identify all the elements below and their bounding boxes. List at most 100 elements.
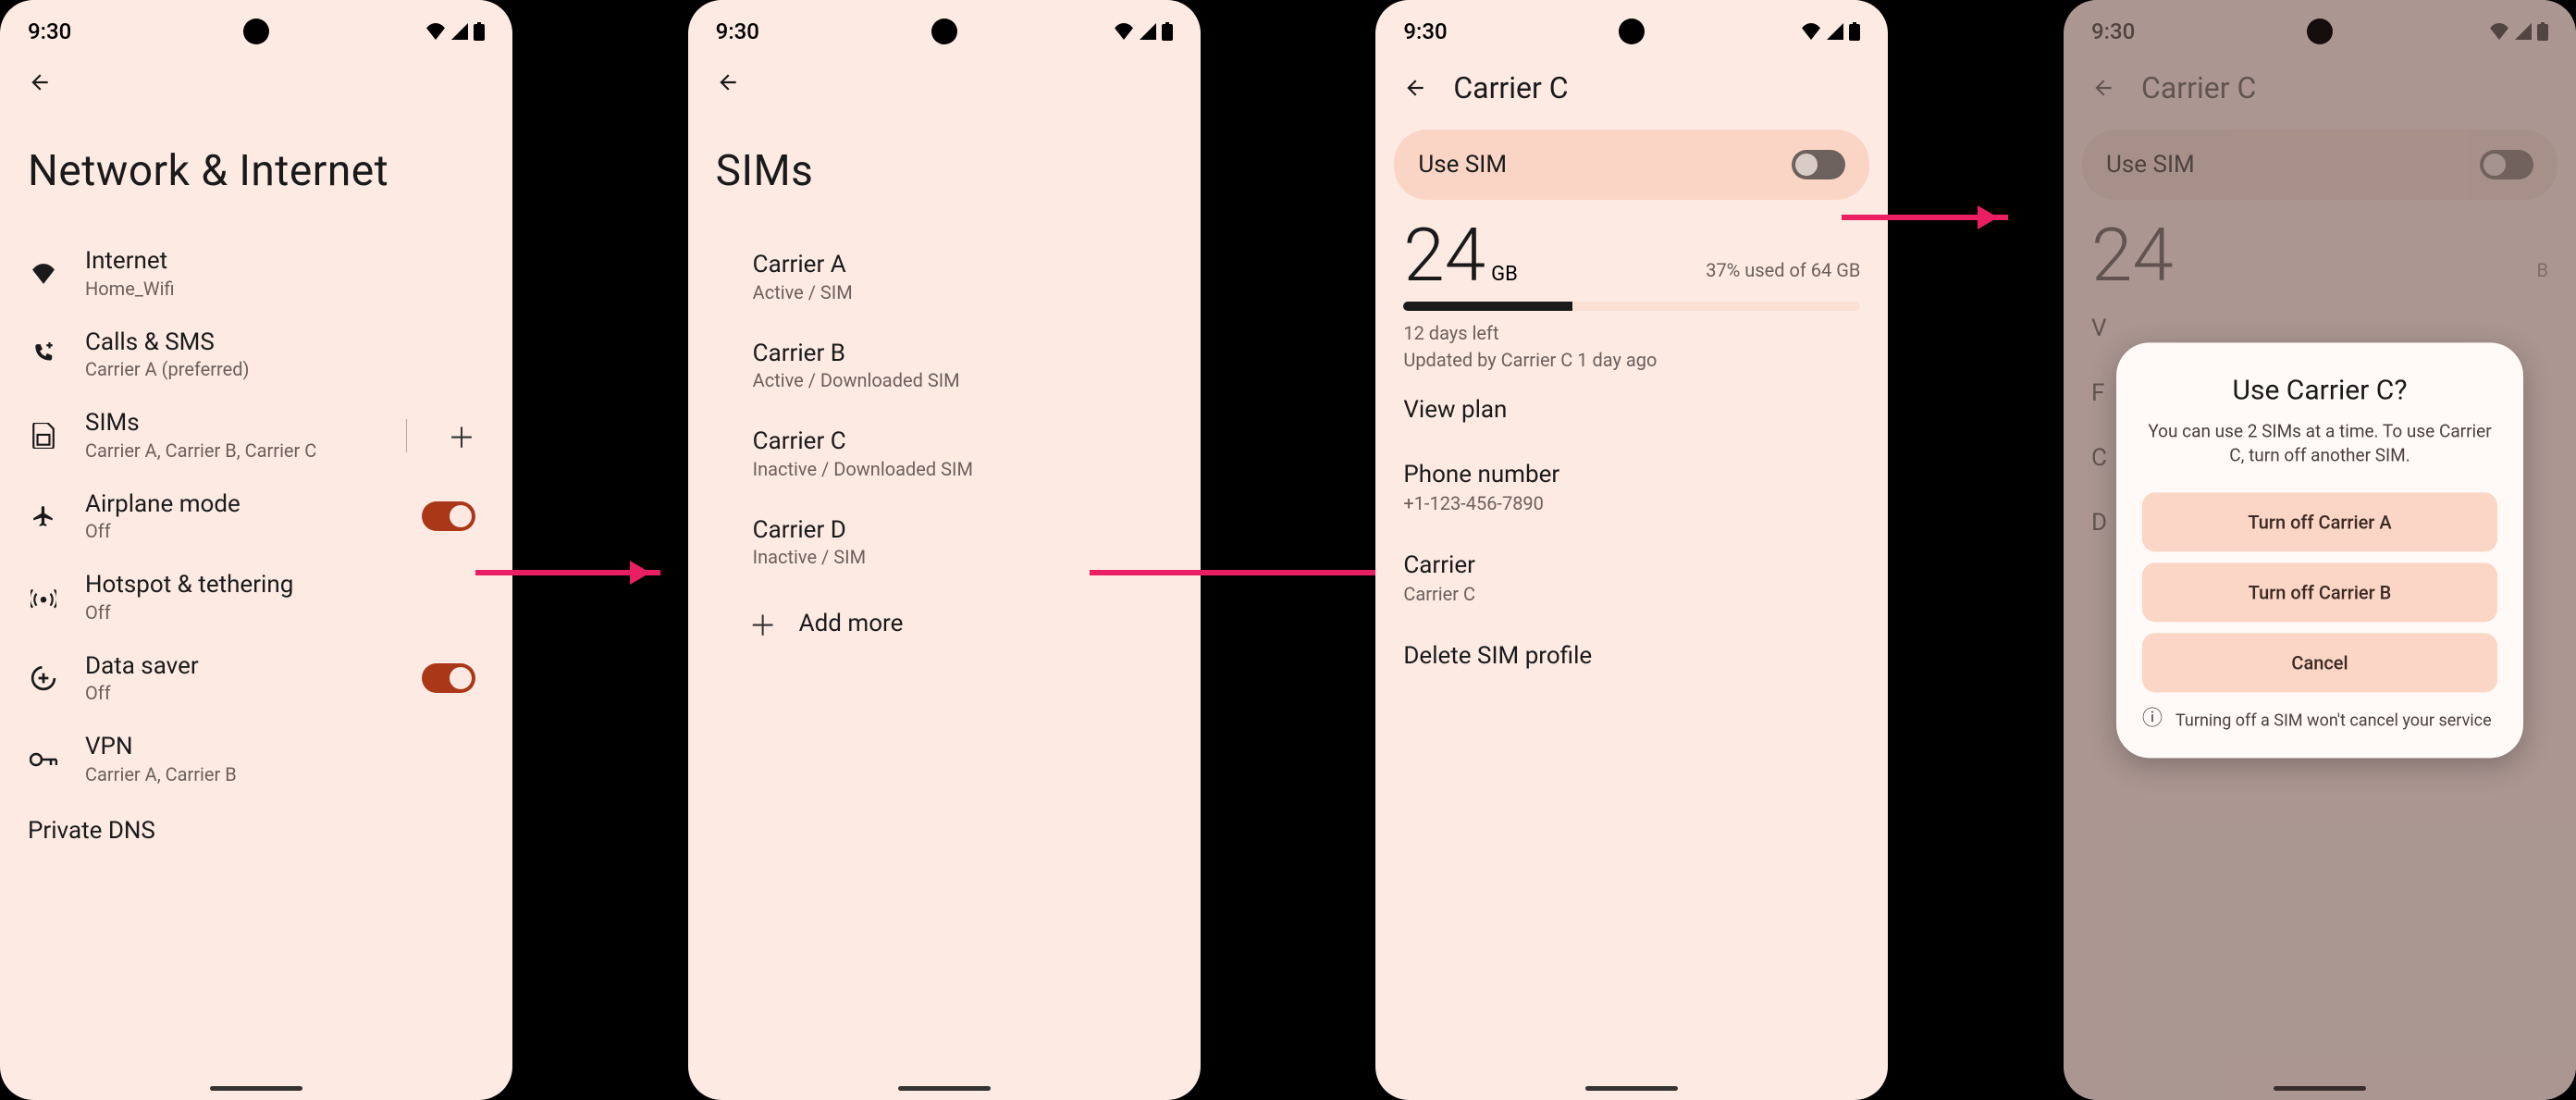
phone-number-row[interactable]: Phone number +1-123-456-7890 xyxy=(1375,442,1888,533)
usage-updated: Updated by Carrier C 1 day ago xyxy=(1403,347,1860,374)
view-plan-button[interactable]: View plan xyxy=(1375,377,1888,442)
nav-bar[interactable] xyxy=(898,1086,991,1091)
usage-value: 24 xyxy=(1403,212,1485,299)
status-time: 9:30 xyxy=(1403,19,1447,44)
sim-carrier-a[interactable]: Carrier AActive / SIM xyxy=(688,233,1201,322)
sim-name: Carrier A xyxy=(753,250,1164,280)
arrow-left-icon xyxy=(1403,76,1427,100)
sim-carrier-b[interactable]: Carrier BActive / Downloaded SIM xyxy=(688,322,1201,411)
back-button[interactable] xyxy=(28,70,52,94)
use-sim-label: Use SIM xyxy=(2106,151,2195,179)
dialog-info: ⓘ Turning off a SIM won't cancel your se… xyxy=(2142,709,2497,732)
row-sub: Carrier A, Carrier B xyxy=(85,762,475,787)
row-sub: Carrier A, Carrier B, Carrier C xyxy=(85,439,380,463)
delete-sim-button[interactable]: Delete SIM profile xyxy=(1375,624,1888,688)
sim-status: Inactive / Downloaded SIM xyxy=(753,457,1164,482)
phone-icon xyxy=(28,342,59,366)
screen-sims: 9:30 SIMs Carrier AActive / SIM Carrier … xyxy=(688,0,1201,1100)
flow-arrow xyxy=(475,570,660,575)
row-private-dns[interactable]: Private DNS xyxy=(0,800,512,845)
data-usage: 24GB 37% used of 64 GB 12 days left Upda… xyxy=(1375,209,1888,377)
signal-icon xyxy=(1140,23,1156,40)
camera-cutout xyxy=(243,19,269,44)
row-sub: Carrier A (preferred) xyxy=(85,357,475,382)
nav-bar[interactable] xyxy=(2274,1086,2366,1091)
turn-off-carrier-a-button[interactable]: Turn off Carrier A xyxy=(2142,492,2497,551)
row-vpn[interactable]: VPNCarrier A, Carrier B xyxy=(0,719,512,800)
sim-name: Carrier C xyxy=(753,426,1164,457)
status-bar: 9:30 xyxy=(2064,0,2576,54)
camera-cutout xyxy=(1619,19,1645,44)
nav-bar[interactable] xyxy=(210,1086,302,1091)
page-title: Network & Internet xyxy=(0,100,512,233)
row-title: Calls & SMS xyxy=(85,328,475,358)
row-sub: Off xyxy=(85,519,396,544)
usage-bar-fill xyxy=(1403,302,1572,311)
wifi-icon xyxy=(2489,23,2509,40)
screen-network-internet: 9:30 Network & Internet InternetHome_Wif… xyxy=(0,0,512,1100)
back-button[interactable] xyxy=(1403,76,1427,100)
info-icon: ⓘ xyxy=(2142,709,2163,729)
status-icons xyxy=(1801,22,1860,41)
status-icons xyxy=(425,22,485,41)
divider xyxy=(406,419,407,452)
row-hotspot[interactable]: Hotspot & tetheringOff xyxy=(0,557,512,638)
datasaver-icon xyxy=(28,665,59,691)
sim-name: Carrier D xyxy=(753,515,1164,546)
use-sim-toggle xyxy=(2480,150,2533,179)
datasaver-toggle[interactable] xyxy=(422,663,475,693)
camera-cutout xyxy=(931,19,957,44)
airplane-icon xyxy=(28,504,59,528)
value: Carrier C xyxy=(1403,583,1860,605)
wifi-icon xyxy=(1114,23,1134,40)
row-sims[interactable]: SIMsCarrier A, Carrier B, Carrier C ＋ xyxy=(0,395,512,476)
arrow-left-icon xyxy=(2091,76,2115,100)
row-title: Hotspot & tethering xyxy=(85,570,475,600)
signal-icon xyxy=(1827,23,1843,40)
plus-icon: ＋ xyxy=(749,603,777,644)
arrow-left-icon xyxy=(716,70,740,94)
airplane-toggle[interactable] xyxy=(422,501,475,531)
status-time: 9:30 xyxy=(28,19,71,44)
battery-icon xyxy=(2537,22,2548,41)
row-airplane[interactable]: Airplane modeOff xyxy=(0,476,512,558)
battery-icon xyxy=(474,22,485,41)
use-carrier-dialog: Use Carrier C? You can use 2 SIMs at a t… xyxy=(2116,342,2523,758)
back-button[interactable] xyxy=(716,70,740,94)
status-icons xyxy=(1114,22,1173,41)
battery-icon xyxy=(1162,22,1173,41)
cancel-button[interactable]: Cancel xyxy=(2142,633,2497,692)
row-datasaver[interactable]: Data saverOff xyxy=(0,638,512,720)
wifi-icon xyxy=(1801,23,1821,40)
row-title: Internet xyxy=(85,246,475,277)
carrier-row[interactable]: Carrier Carrier C xyxy=(1375,533,1888,624)
add-more-label: Add more xyxy=(799,609,1164,639)
add-sim-button[interactable]: ＋ xyxy=(448,415,475,456)
label: Carrier xyxy=(1403,551,1860,579)
status-icons xyxy=(2489,22,2548,41)
sim-icon xyxy=(28,423,59,449)
row-title: Airplane mode xyxy=(85,489,396,520)
status-time: 9:30 xyxy=(2091,19,2135,44)
row-title: SIMs xyxy=(85,408,380,439)
page-title: Carrier C xyxy=(1453,70,1568,105)
page-title: SIMs xyxy=(688,100,1201,233)
status-time: 9:30 xyxy=(716,19,759,44)
arrow-left-icon xyxy=(28,70,52,94)
add-more-button[interactable]: ＋ Add more xyxy=(688,587,1201,661)
battery-icon xyxy=(1849,22,1860,41)
sim-carrier-c[interactable]: Carrier CInactive / Downloaded SIM xyxy=(688,410,1201,499)
sim-name: Carrier B xyxy=(753,339,1164,369)
use-sim-toggle[interactable] xyxy=(1792,150,1845,179)
turn-off-carrier-b-button[interactable]: Turn off Carrier B xyxy=(2142,562,2497,622)
value: +1-123-456-7890 xyxy=(1403,492,1860,514)
use-sim-row[interactable]: Use SIM xyxy=(1394,130,1869,200)
sim-status: Active / SIM xyxy=(753,280,1164,305)
usage-days: 12 days left xyxy=(1403,320,1860,347)
nav-bar[interactable] xyxy=(1585,1086,1678,1091)
row-internet[interactable]: InternetHome_Wifi xyxy=(0,233,512,315)
label: Phone number xyxy=(1403,461,1860,488)
screen-dialog: 9:30 Carrier C Use SIM 24B V F C D Use C… xyxy=(2064,0,2576,1100)
row-calls-sms[interactable]: Calls & SMSCarrier A (preferred) xyxy=(0,315,512,396)
usage-percent: 37% used of 64 GB xyxy=(1706,259,1860,292)
